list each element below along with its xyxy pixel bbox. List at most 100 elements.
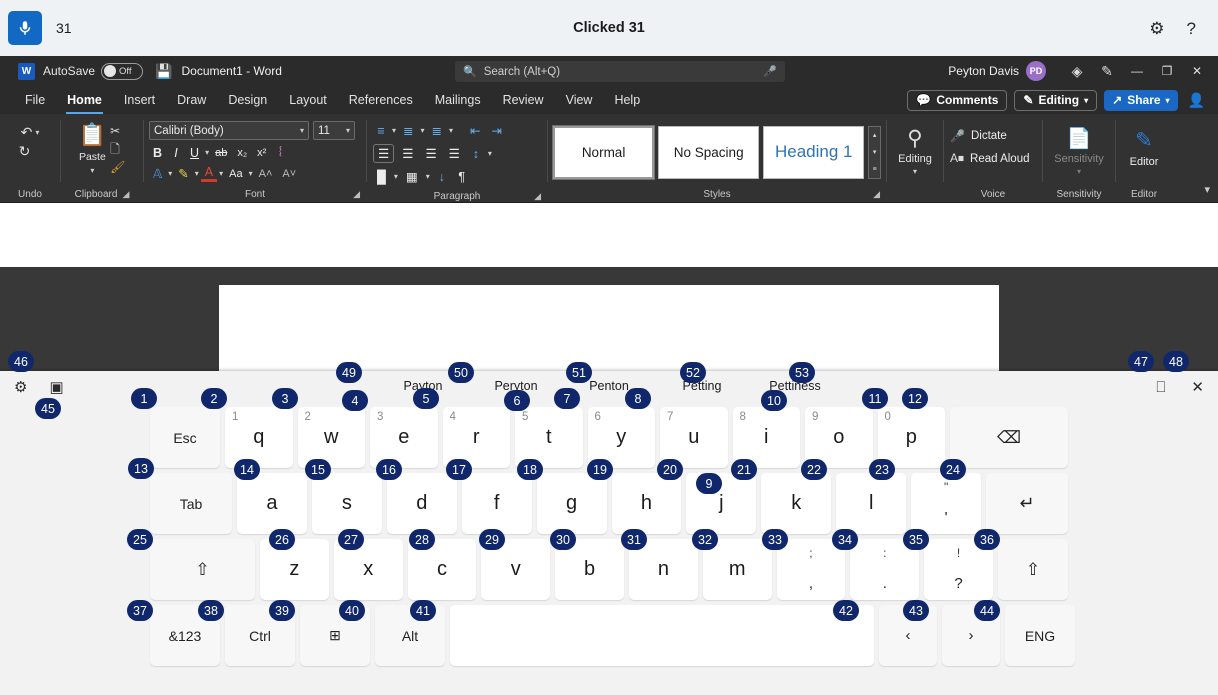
styles-more-icon[interactable]: ≡	[873, 166, 877, 173]
text-effects-icon[interactable]: 𝔸	[149, 165, 166, 182]
chevron-down-icon[interactable]: ▾	[421, 126, 425, 135]
style-heading-1[interactable]: Heading 1	[763, 126, 864, 179]
subscript-button[interactable]: x₂	[233, 146, 251, 160]
increase-indent-icon[interactable]: ⇥	[488, 122, 506, 139]
tab-layout[interactable]: Layout	[278, 89, 338, 111]
key-g[interactable]: g	[537, 473, 607, 534]
chevron-up-icon[interactable]: ▴	[873, 131, 877, 139]
dictate-button[interactable]: 🎤 Dictate	[950, 129, 1007, 143]
dialog-launcher-icon[interactable]: ◢	[534, 191, 541, 202]
key-semicolon-comma[interactable]: ;,	[777, 539, 846, 600]
key-a[interactable]: a	[237, 473, 307, 534]
paragraph-marks-icon[interactable]: ¶	[454, 169, 470, 185]
magnifier-icon[interactable]: ⚲	[907, 126, 922, 151]
tab-file[interactable]: File	[14, 89, 56, 111]
chevron-down-icon[interactable]: ▾	[219, 169, 223, 178]
tab-mailings[interactable]: Mailings	[424, 89, 492, 111]
diamond-icon[interactable]: ◈	[1062, 63, 1092, 80]
editing-mode-button[interactable]: ✎ Editing ▾	[1014, 90, 1097, 111]
chevron-down-icon[interactable]: ▾	[1077, 167, 1081, 176]
key-d[interactable]: d	[387, 473, 457, 534]
scissors-icon[interactable]: ✂	[110, 125, 125, 137]
align-left-icon[interactable]: ☰	[373, 144, 394, 163]
question-mark-icon[interactable]: ?	[1187, 20, 1196, 37]
chevron-down-icon[interactable]: ▾	[249, 169, 253, 178]
chevron-down-icon[interactable]: ▾	[913, 167, 917, 176]
pen-icon[interactable]: ✎	[1092, 63, 1122, 80]
sort-icon[interactable]: ↓	[434, 169, 450, 185]
chevron-down-icon[interactable]: ▾	[1204, 183, 1210, 196]
chevron-down-icon[interactable]: ▾	[488, 149, 492, 158]
tab-home[interactable]: Home	[56, 89, 113, 111]
key-tab[interactable]: Tab	[150, 473, 232, 534]
paste-button[interactable]: 📋 Paste ▾	[79, 122, 106, 175]
borders-icon[interactable]: ▦	[402, 168, 422, 185]
italic-button[interactable]: I	[168, 145, 184, 161]
tab-review[interactable]: Review	[492, 89, 555, 111]
chevron-down-icon[interactable]: ▾	[449, 126, 453, 135]
share-button[interactable]: ↗ Share ▾	[1104, 90, 1177, 111]
tab-view[interactable]: View	[555, 89, 604, 111]
dock-keyboard-icon[interactable]: ⎕	[1156, 379, 1165, 396]
close-button[interactable]: ✕	[1182, 64, 1212, 78]
tab-insert[interactable]: Insert	[113, 89, 166, 111]
editor-pen-icon[interactable]: ✎	[1135, 128, 1153, 153]
multilevel-list-icon[interactable]: ≣	[428, 122, 446, 139]
search-input[interactable]: 🔍 Search (Alt+Q) 🎤	[455, 61, 785, 82]
gear-icon[interactable]: ⚙	[1149, 20, 1164, 37]
key-s[interactable]: s	[312, 473, 382, 534]
tab-design[interactable]: Design	[217, 89, 278, 111]
chevron-down-icon[interactable]: ▾	[168, 169, 172, 178]
key-shift-right[interactable]: ⇧	[998, 539, 1068, 600]
chevron-down-icon[interactable]: ▾	[392, 126, 396, 135]
close-icon[interactable]: ✕	[1191, 378, 1204, 396]
shading-icon[interactable]: █	[373, 169, 390, 185]
key-w[interactable]: 2w	[298, 407, 366, 468]
key-q[interactable]: 1q	[225, 407, 293, 468]
numbered-list-icon[interactable]: ≣	[399, 122, 417, 139]
microphone-icon[interactable]	[8, 11, 42, 45]
change-case-button[interactable]: Aa	[225, 167, 246, 181]
key-quote[interactable]: "'	[911, 473, 981, 534]
chevron-down-icon[interactable]: ▾	[195, 169, 199, 178]
gear-icon[interactable]: ⚙	[14, 378, 27, 396]
key-k[interactable]: k	[761, 473, 831, 534]
dialog-launcher-icon[interactable]: ◢	[873, 189, 880, 200]
key-space[interactable]	[450, 605, 874, 666]
decrease-indent-icon[interactable]: ⇤	[466, 122, 484, 139]
sensitivity-icon[interactable]: 📄	[1067, 126, 1092, 151]
align-center-icon[interactable]: ☰	[398, 145, 417, 162]
clear-formatting-icon[interactable]: 𝄔	[272, 144, 288, 161]
key-f[interactable]: f	[462, 473, 532, 534]
key-z[interactable]: z	[260, 539, 329, 600]
restore-button[interactable]: ❐	[1152, 64, 1182, 78]
grow-font-button[interactable]: A˄	[255, 167, 277, 181]
highlight-icon[interactable]: ✎	[174, 165, 192, 182]
chevron-down-icon[interactable]: ▾	[205, 148, 209, 157]
avatar[interactable]: PD	[1026, 61, 1046, 81]
comments-button[interactable]: 💬 Comments	[907, 90, 1007, 111]
autosave-toggle[interactable]: Off	[101, 63, 143, 80]
bold-button[interactable]: B	[149, 145, 166, 161]
key-backspace[interactable]: ⌫	[950, 407, 1068, 468]
key-enter[interactable]: ↵	[986, 473, 1068, 534]
tab-help[interactable]: Help	[603, 89, 651, 111]
line-spacing-icon[interactable]: ↕	[468, 146, 484, 162]
copy-icon[interactable]: 🗋	[110, 143, 125, 155]
save-icon[interactable]: 💾	[155, 63, 172, 80]
minimize-button[interactable]: —	[1122, 64, 1152, 78]
tab-draw[interactable]: Draw	[166, 89, 217, 111]
strikethrough-button[interactable]: ab	[211, 146, 231, 160]
dialog-launcher-icon[interactable]: ◢	[353, 189, 360, 200]
key-esc[interactable]: Esc	[150, 407, 220, 468]
chevron-down-icon[interactable]: ▾	[394, 172, 398, 181]
keyboard-theme-icon[interactable]: ▣	[49, 378, 63, 396]
microphone-icon[interactable]: 🎤	[763, 65, 777, 78]
prediction-3[interactable]: Petting	[656, 379, 749, 393]
tab-references[interactable]: References	[338, 89, 424, 111]
chevron-down-icon[interactable]: ▾	[873, 148, 877, 156]
dialog-launcher-icon[interactable]: ◢	[122, 189, 129, 200]
key-l[interactable]: l	[836, 473, 906, 534]
chevron-down-icon[interactable]: ▾	[426, 172, 430, 181]
superscript-button[interactable]: x²	[253, 146, 270, 160]
